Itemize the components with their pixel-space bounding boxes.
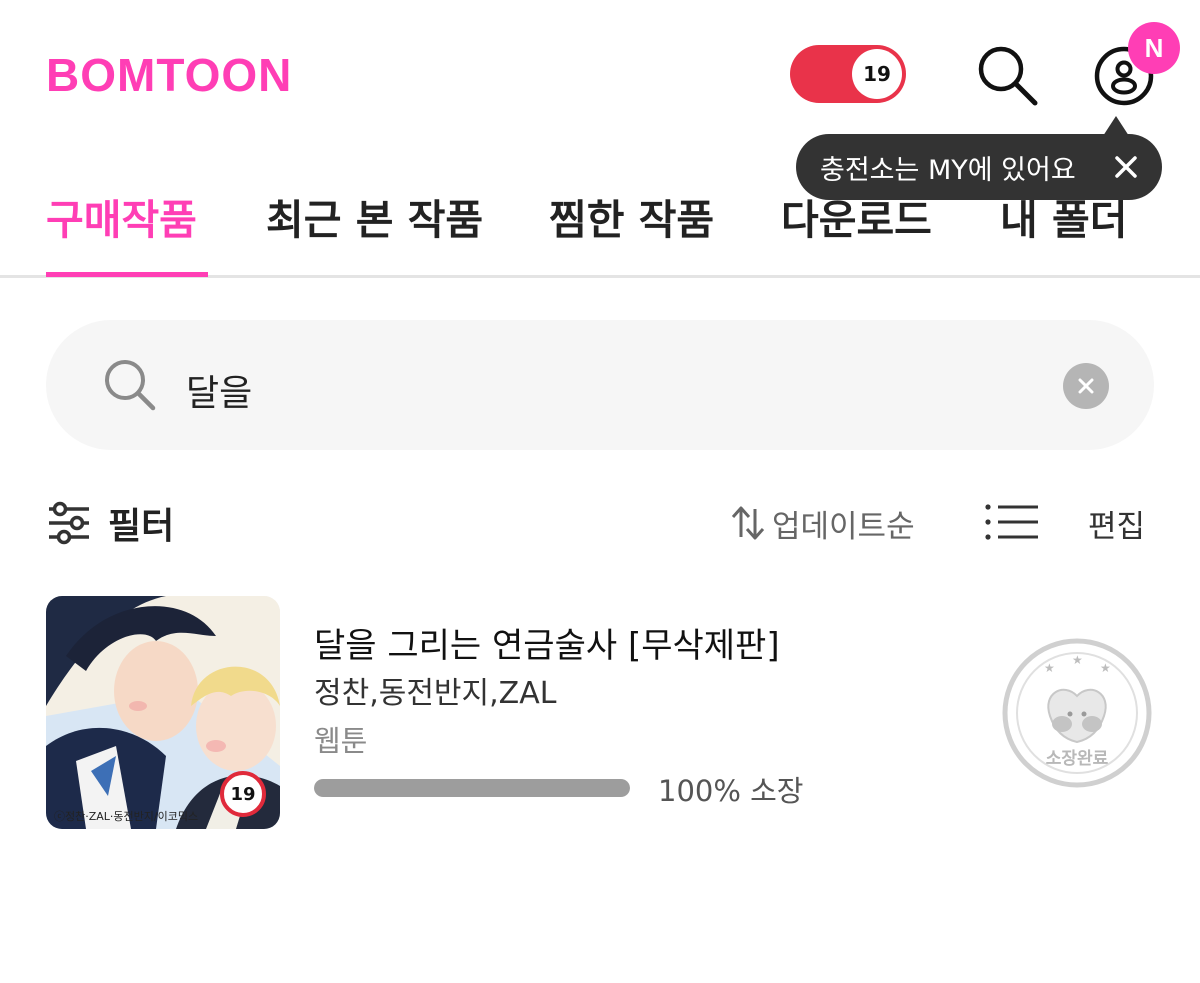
tab-recently-viewed[interactable]: 최근 본 작품 <box>266 186 483 246</box>
library-search-bar[interactable]: 달을 <box>46 320 1154 450</box>
svg-text:★: ★ <box>1044 661 1055 675</box>
clear-icon <box>1078 378 1094 394</box>
sort-button[interactable]: 업데이트순 <box>730 500 915 546</box>
ownership-progress-fill <box>314 779 630 797</box>
sort-label: 업데이트순 <box>772 508 915 545</box>
header-search-button[interactable] <box>974 42 1040 108</box>
search-icon <box>978 46 1038 106</box>
comic-authors: 정찬,동전반지,ZAL <box>314 676 557 711</box>
age-rating-badge: 19 <box>220 771 266 817</box>
new-notification-badge: N <box>1128 22 1180 74</box>
charging-station-tooltip: 충전소는 MY에 있어요 <box>796 134 1162 200</box>
adult-content-toggle[interactable]: 19 <box>790 45 906 103</box>
svg-text:★: ★ <box>1072 653 1083 667</box>
tab-liked[interactable]: 찜한 작품 <box>549 186 714 246</box>
ownership-progress-bar <box>314 779 630 797</box>
tooltip-text: 충전소는 MY에 있어요 <box>820 154 1076 186</box>
stamp-label: 소장완료 <box>1046 749 1109 769</box>
filter-sliders-icon <box>49 501 89 545</box>
tooltip-arrow <box>1103 116 1129 136</box>
adult-toggle-knob: 19 <box>852 49 902 99</box>
search-icon <box>105 360 156 411</box>
filter-button[interactable]: 필터 <box>46 500 175 547</box>
filter-label: 필터 <box>108 506 175 547</box>
ownership-progress-text: 100% 소장 <box>658 774 804 808</box>
close-icon[interactable] <box>1112 153 1140 181</box>
tab-purchased[interactable]: 구매작품 <box>46 186 197 246</box>
bomtoon-logo[interactable]: BOMTOON <box>46 48 292 102</box>
search-input[interactable]: 달을 <box>186 364 252 416</box>
sort-arrows-icon <box>731 506 765 540</box>
list-view-icon[interactable] <box>984 502 1040 542</box>
cover-copyright: ⓒ정찬·ZAL·동전반지/이코믹스 <box>54 810 199 823</box>
clear-search-button[interactable] <box>1063 363 1109 409</box>
comic-category: 웹툰 <box>314 724 368 758</box>
active-tab-indicator <box>46 272 208 277</box>
edit-button[interactable]: 편집 <box>1088 501 1145 546</box>
comic-title[interactable]: 달을 그리는 연금술사 [무삭제판] <box>314 618 780 667</box>
svg-text:★: ★ <box>1100 661 1111 675</box>
comic-cover-thumbnail[interactable]: 19 ⓒ정찬·ZAL·동전반지/이코믹스 <box>46 596 280 829</box>
owned-complete-stamp-icon: ★ ★ ★ 소장완료 <box>1002 638 1152 788</box>
